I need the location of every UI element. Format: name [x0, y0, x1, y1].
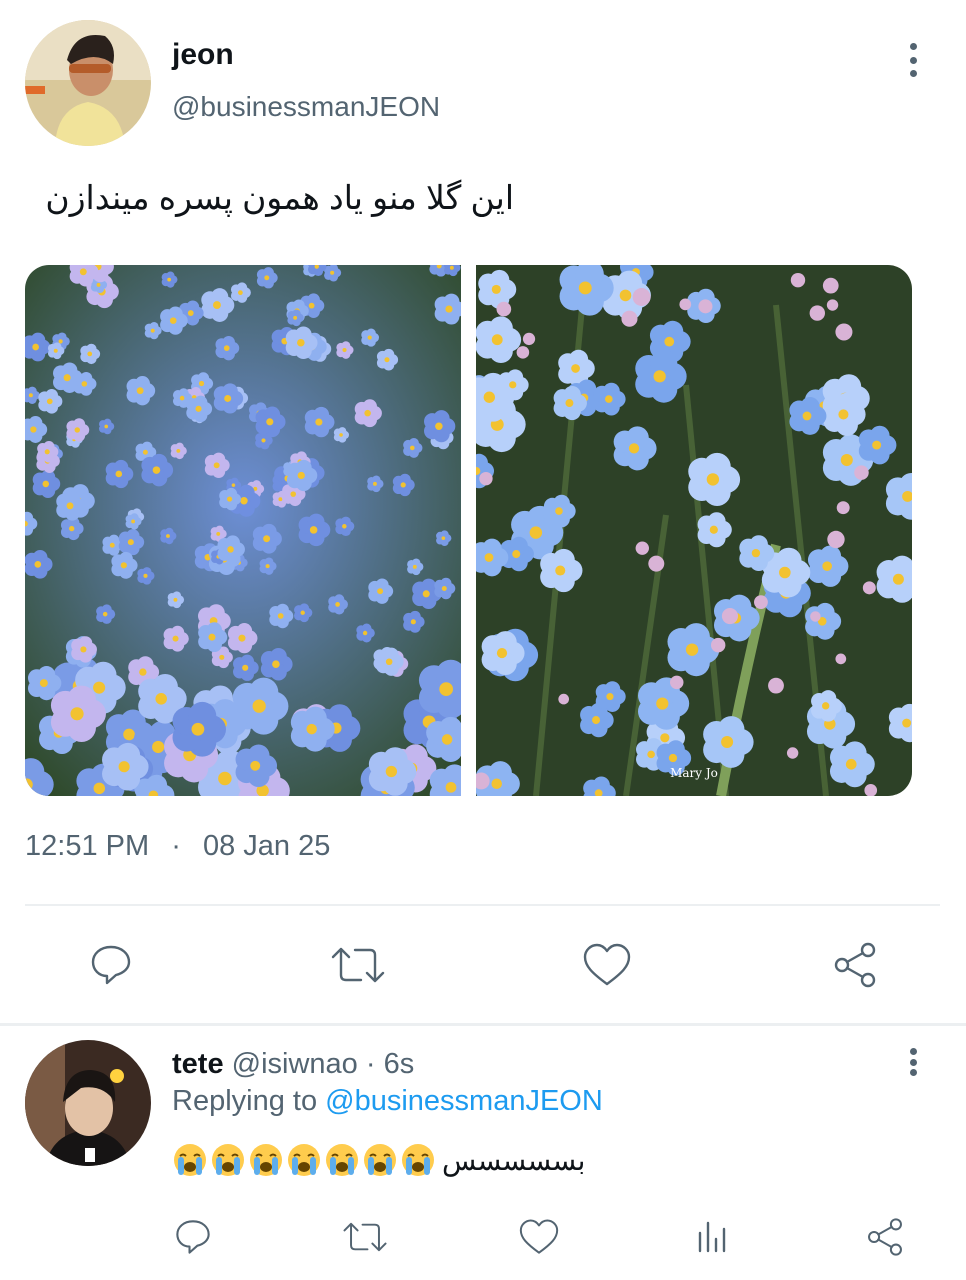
tweet-timestamp: 12:51 PM · 08 Jan 25 — [25, 830, 330, 863]
flower-bud-shape — [786, 747, 799, 759]
loudly-crying-face-icon — [364, 1144, 396, 1176]
loudly-crying-face-icon — [212, 1144, 244, 1176]
reply-retweet-button[interactable] — [341, 1215, 389, 1259]
heart-icon — [519, 1219, 559, 1254]
tweet-photo-1[interactable] — [25, 265, 461, 796]
author-name[interactable]: jeon — [172, 38, 234, 72]
flower-bud-shape — [721, 607, 739, 625]
loudly-crying-face-icon — [288, 1144, 320, 1176]
flower-shape — [876, 555, 912, 603]
tweet-text: این گلا منو یاد همون پسره میندازن — [45, 179, 514, 216]
reply-more-options-button[interactable] — [901, 1048, 925, 1076]
flower-bud-shape — [496, 301, 512, 317]
flower-bud-shape — [822, 277, 839, 294]
loudly-crying-face-icon — [174, 1144, 206, 1176]
replying-to-handle[interactable]: @businessmanJEON — [325, 1085, 603, 1117]
media-grid: Mary Jo — [25, 265, 912, 796]
flowers-image — [25, 265, 461, 796]
reply-icon — [91, 945, 131, 985]
flower-bud-shape — [809, 305, 826, 321]
flower-bud-shape — [621, 310, 638, 327]
reply-reply-button[interactable] — [171, 1215, 215, 1259]
dot-icon — [909, 43, 917, 50]
reply-header: tete @isiwnao · 6s — [172, 1048, 414, 1081]
flower-bud-shape — [836, 501, 850, 515]
share-button[interactable] — [828, 938, 882, 992]
analytics-icon — [698, 1221, 726, 1253]
flower-shape — [418, 659, 461, 719]
photo-watermark: Mary Jo — [670, 766, 718, 780]
flower-bud-shape — [670, 675, 684, 690]
flower-bud-shape — [558, 693, 570, 705]
replying-to-label: Replying to — [172, 1085, 318, 1117]
flower-bud-shape — [632, 288, 651, 306]
loudly-crying-face-icon — [326, 1144, 358, 1176]
reply-author-avatar[interactable] — [25, 1040, 151, 1166]
dot-icon — [909, 56, 917, 64]
dot-icon — [909, 1048, 917, 1055]
reply-like-button[interactable] — [516, 1215, 562, 1259]
tweet-photo-2[interactable]: Mary Jo — [476, 265, 912, 796]
more-options-button[interactable] — [901, 43, 925, 77]
flower-bud-shape — [862, 581, 876, 595]
share-icon — [834, 942, 876, 988]
divider — [0, 1023, 966, 1026]
reply-button[interactable] — [84, 938, 138, 992]
reply-share-button[interactable] — [862, 1215, 908, 1259]
flower-bud-shape — [810, 611, 821, 622]
replying-to: Replying to @businessmanJEON — [172, 1085, 603, 1118]
reply-time[interactable]: 6s — [384, 1048, 415, 1080]
flower-bud-shape — [635, 541, 649, 555]
flower-bud-shape — [679, 298, 692, 311]
flowers-image: Mary Jo — [476, 265, 912, 796]
retweet-button[interactable] — [329, 938, 387, 992]
meta-separator: · — [171, 830, 181, 862]
tweet-date: 08 Jan 25 — [202, 830, 331, 862]
avatar-image — [25, 1040, 151, 1166]
share-icon — [868, 1218, 902, 1256]
heart-icon — [583, 943, 631, 986]
retweet-icon — [331, 947, 385, 983]
dot-icon — [909, 1058, 917, 1066]
retweet-icon — [343, 1222, 387, 1252]
flower-shape — [426, 716, 461, 763]
flower-bud-shape — [710, 637, 726, 653]
loudly-crying-face-icon — [250, 1144, 282, 1176]
reply-text: بسسسسس — [172, 1140, 585, 1180]
reply-analytics-button[interactable] — [690, 1215, 734, 1259]
flower-bud-shape — [854, 465, 869, 480]
flower-bud-shape — [790, 272, 806, 288]
flower-bud-shape — [835, 653, 847, 665]
flower-bud-shape — [826, 299, 839, 311]
flower-bud-shape — [827, 530, 845, 549]
emoji-row — [172, 1142, 438, 1178]
flower-bud-shape — [698, 299, 713, 314]
avatar-image — [25, 20, 151, 146]
flower-bud-shape — [522, 332, 536, 346]
flower-bud-shape — [754, 595, 768, 610]
reply-text-body: بسسسسس — [442, 1144, 586, 1176]
reply-icon — [176, 1220, 210, 1254]
dot-icon — [909, 70, 917, 77]
flower-bud-shape — [835, 323, 853, 341]
flower-bud-shape — [479, 471, 493, 486]
divider — [25, 904, 940, 906]
tweet-time: 12:51 PM — [25, 830, 150, 862]
like-button[interactable] — [579, 938, 635, 992]
reply-author-handle[interactable]: @isiwnao — [232, 1048, 358, 1080]
flower-bud-shape — [768, 677, 784, 694]
loudly-crying-face-icon — [402, 1144, 434, 1176]
flower-bud-shape — [648, 555, 665, 572]
author-avatar[interactable] — [25, 20, 151, 146]
meta-separator: · — [365, 1048, 376, 1080]
author-handle[interactable]: @businessmanJEON — [172, 91, 440, 123]
flower-bud-shape — [516, 346, 530, 359]
reply-author-name[interactable]: tete — [172, 1048, 224, 1080]
flower-shape — [434, 293, 461, 325]
dot-icon — [909, 1069, 917, 1076]
